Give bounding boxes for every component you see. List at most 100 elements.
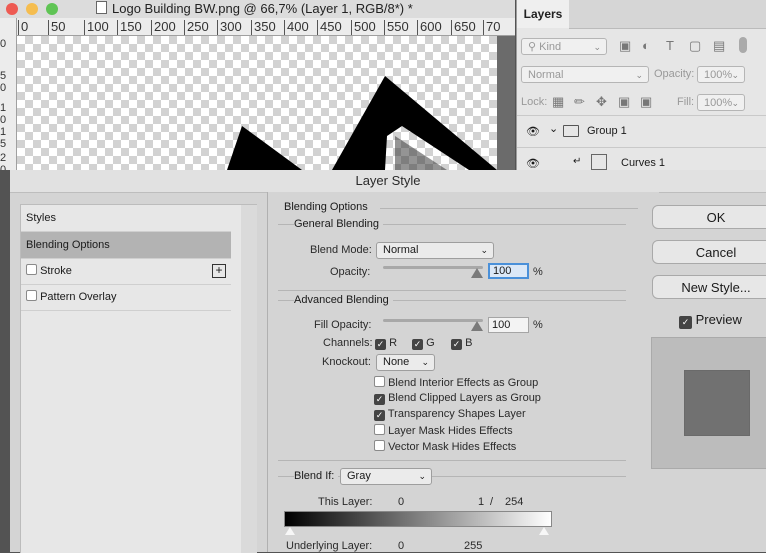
- fill-opacity-slider-track[interactable]: [383, 319, 483, 322]
- image-filter-icon[interactable]: ▣: [619, 38, 631, 54]
- style-item-stroke[interactable]: Stroke +: [21, 258, 231, 284]
- add-stroke-icon[interactable]: +: [212, 264, 226, 278]
- new-style-button[interactable]: New Style...: [652, 275, 766, 299]
- zoom-window-button[interactable]: [46, 3, 58, 15]
- knockout-select[interactable]: None ⌄: [376, 354, 435, 371]
- checkbox[interactable]: [374, 440, 385, 451]
- style-item-label: Stroke: [40, 265, 72, 277]
- option-label: Blend Interior Effects as Group: [388, 377, 539, 389]
- eye-icon[interactable]: 👁: [526, 157, 540, 170]
- channel-r-checkbox[interactable]: ✓: [375, 339, 386, 350]
- channel-g-checkbox[interactable]: ✓: [412, 339, 423, 350]
- blend-if-select[interactable]: Gray ⌄: [340, 468, 432, 485]
- preview-checkbox[interactable]: ✓: [679, 316, 692, 329]
- filter-toggle[interactable]: [739, 37, 747, 53]
- minimize-window-button[interactable]: [26, 3, 38, 15]
- option-layer-mask-hides[interactable]: Layer Mask Hides Effects: [374, 424, 513, 437]
- lock-all-icon[interactable]: ▣: [640, 94, 652, 110]
- opacity-slider-track[interactable]: [383, 266, 483, 269]
- underlying-low-value: 0: [398, 540, 405, 552]
- fill-opacity-slider-thumb[interactable]: [471, 321, 483, 331]
- layer-row-group[interactable]: 👁 ⌄ Group 1: [517, 115, 766, 147]
- panel-tabbar: [569, 0, 766, 29]
- option-transparency-shapes[interactable]: ✓ Transparency Shapes Layer: [374, 408, 526, 421]
- ok-button[interactable]: OK: [652, 205, 766, 229]
- adjustment-filter-icon[interactable]: ◐: [642, 38, 650, 53]
- style-item-blending-options[interactable]: Blending Options: [21, 232, 231, 258]
- knockout-value: None: [383, 356, 410, 368]
- channel-b-checkbox[interactable]: ✓: [451, 339, 462, 350]
- stroke-checkbox[interactable]: [26, 264, 37, 275]
- option-blend-interior[interactable]: Blend Interior Effects as Group: [374, 376, 538, 389]
- shape-filter-icon[interactable]: ▢: [689, 38, 701, 54]
- this-layer-black-slider[interactable]: [285, 527, 295, 535]
- opacity-slider-thumb[interactable]: [471, 268, 483, 278]
- image-canvas[interactable]: [17, 36, 497, 170]
- channel-b[interactable]: ✓ B: [451, 337, 472, 350]
- type-filter-icon[interactable]: T: [666, 38, 674, 53]
- document-window: Logo Building BW.png @ 66,7% (Layer 1, R…: [0, 0, 515, 170]
- folder-icon: [563, 125, 579, 137]
- blend-if-label: Blend If:: [294, 470, 339, 482]
- blending-options-panel: Blending Options General Blending Blend …: [267, 192, 659, 552]
- chevron-down-icon: ⌄: [418, 471, 426, 481]
- preview-label: Preview: [695, 312, 742, 327]
- channel-b-label: B: [465, 337, 473, 349]
- close-window-button[interactable]: [6, 3, 18, 15]
- lock-transparent-icon[interactable]: ▦: [552, 94, 564, 110]
- layer-opacity-field[interactable]: 100% ⌄: [697, 66, 745, 83]
- ruler-tick: 300: [217, 20, 242, 35]
- percent-label: %: [533, 266, 543, 278]
- cancel-button[interactable]: Cancel: [652, 240, 766, 264]
- this-layer-low-value: 0: [398, 496, 405, 508]
- checkbox[interactable]: [374, 424, 385, 435]
- underlying-high-value: 255: [464, 540, 483, 552]
- layer-kind-filter[interactable]: ⚲ Kind ⌄: [521, 38, 607, 55]
- lock-move-icon[interactable]: ✥: [596, 94, 607, 110]
- layer-blend-mode-select[interactable]: Normal ⌄: [521, 66, 649, 83]
- option-label: Blend Clipped Layers as Group: [388, 392, 541, 404]
- smart-object-filter-icon[interactable]: ▤: [713, 38, 725, 54]
- ruler-tick: 200: [151, 20, 176, 35]
- option-label: Vector Mask Hides Effects: [388, 441, 517, 453]
- fill-opacity-input[interactable]: 100: [488, 317, 529, 333]
- option-vector-mask-hides[interactable]: Vector Mask Hides Effects: [374, 440, 516, 453]
- this-layer-high-a-value: 1: [478, 496, 485, 508]
- checkbox[interactable]: ✓: [374, 410, 385, 421]
- eye-icon[interactable]: 👁: [526, 125, 540, 138]
- blend-mode-select[interactable]: Normal ⌄: [376, 242, 494, 259]
- channel-r-label: R: [389, 337, 398, 349]
- ruler-tick: 0: [0, 38, 7, 50]
- channel-g-label: G: [426, 337, 435, 349]
- checkbox[interactable]: [374, 376, 385, 387]
- preview-toggle[interactable]: ✓ Preview: [679, 312, 742, 329]
- this-layer-white-slider[interactable]: [539, 527, 549, 535]
- this-layer-label: This Layer:: [318, 496, 373, 508]
- channel-r[interactable]: ✓ R: [375, 337, 397, 350]
- styles-header[interactable]: Styles: [21, 205, 231, 231]
- ruler-vertical[interactable]: 0 5 0 1 0 1 5 2 0: [0, 18, 17, 170]
- pattern-overlay-checkbox[interactable]: [26, 290, 37, 301]
- lock-artboard-icon[interactable]: ▣: [618, 94, 630, 110]
- ruler-tick: 650: [451, 20, 476, 35]
- ruler-tick: 5: [0, 138, 7, 150]
- style-item-label: Pattern Overlay: [40, 291, 117, 303]
- ruler-horizontal[interactable]: 0 50 100 150 200 250 300 350 400 450 500…: [16, 18, 515, 36]
- layer-name: Group 1: [587, 125, 627, 137]
- styles-list-scrollbar[interactable]: [241, 204, 257, 553]
- document-title: Logo Building BW.png @ 66,7% (Layer 1, R…: [96, 0, 413, 18]
- lock-brush-icon[interactable]: ✏: [574, 94, 585, 110]
- document-titlebar: Logo Building BW.png @ 66,7% (Layer 1, R…: [0, 0, 515, 19]
- chevron-down-icon[interactable]: ⌄: [549, 122, 558, 135]
- dialog-title: Layer Style: [10, 170, 766, 193]
- layer-fill-field[interactable]: 100% ⌄: [697, 94, 745, 111]
- option-blend-clipped[interactable]: ✓ Blend Clipped Layers as Group: [374, 392, 541, 405]
- style-item-pattern-overlay[interactable]: Pattern Overlay: [21, 284, 231, 310]
- checkbox[interactable]: ✓: [374, 394, 385, 405]
- tab-layers[interactable]: Layers: [517, 0, 570, 28]
- channel-g[interactable]: ✓ G: [412, 337, 435, 350]
- chevron-down-icon: ⌄: [731, 98, 739, 108]
- ruler-tick: 0: [0, 114, 7, 126]
- opacity-input[interactable]: 100: [488, 263, 529, 279]
- separator: [21, 310, 231, 311]
